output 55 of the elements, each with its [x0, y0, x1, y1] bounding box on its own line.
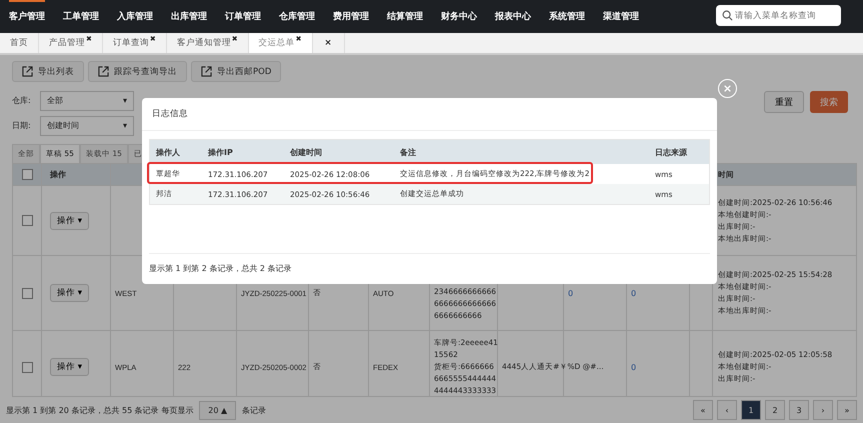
page-button[interactable]: » — [837, 400, 857, 420]
nav-menu-item[interactable]: 入库管理 — [117, 0, 153, 33]
checkbox[interactable] — [22, 288, 32, 298]
export-icon — [98, 66, 109, 77]
nav-menu-item[interactable]: 财务中心 — [441, 0, 477, 33]
page-tab[interactable]: 首页 — [0, 33, 39, 53]
close-all-tabs-button[interactable]: × — [312, 33, 345, 53]
column-header: 日志来源 — [655, 148, 687, 156]
nav-menu-item[interactable]: 工单管理 — [63, 0, 99, 33]
nav-menu-item[interactable]: 系统管理 — [549, 0, 585, 33]
column-header: 操作IP — [208, 148, 233, 156]
nav-menu-item[interactable]: 渠道管理 — [603, 0, 639, 33]
action-dropdown-button[interactable]: 操作 ▾ — [50, 212, 89, 230]
filter-select[interactable]: 创建时间 ▾ — [40, 116, 134, 136]
export-icon — [201, 66, 212, 77]
checkbox[interactable] — [22, 215, 32, 226]
count-link[interactable]: 0 — [631, 288, 636, 298]
filter-select[interactable]: 全部 ▾ — [40, 90, 134, 110]
count-link[interactable]: 0 — [631, 362, 636, 372]
search-icon — [722, 10, 733, 21]
reset-button[interactable]: 重置 — [764, 91, 804, 113]
nav-menu-item[interactable]: 结算管理 — [387, 0, 423, 33]
action-dropdown-button[interactable]: 操作 ▾ — [50, 284, 89, 302]
nav-menu-item[interactable]: 费用管理 — [333, 0, 369, 33]
records-summary: 显示第 1 到第 20 条记录，总共 55 条记录 每页显示 — [6, 404, 194, 416]
column-header: 备注 — [400, 148, 416, 156]
nav-menu-item[interactable]: 报表中心 — [495, 0, 531, 33]
nav-menu-item[interactable]: 订单管理 — [225, 0, 261, 33]
column-header: 创建时间 — [290, 148, 322, 156]
column-header: 操作 — [50, 169, 66, 180]
action-dropdown-button[interactable]: 操作 ▾ — [50, 358, 89, 376]
column-header: 操作人 — [156, 148, 180, 156]
dialog-title: 日志信息 — [152, 109, 188, 119]
filter-label: 日期: — [12, 120, 32, 131]
count-link[interactable]: 0 — [568, 288, 574, 298]
nav-menu-item[interactable]: 出库管理 — [171, 0, 207, 33]
checkbox[interactable] — [22, 362, 32, 372]
filter-label: 仓库: — [12, 95, 32, 106]
page-button[interactable]: 1 — [741, 400, 761, 420]
nav-menu-item[interactable]: 客户管理 — [9, 0, 45, 33]
page-size-select[interactable]: 20 ▲ — [199, 400, 236, 420]
records-suffix: 条记录 — [242, 404, 266, 416]
page-button[interactable]: 3 — [789, 400, 809, 420]
page-button[interactable]: 2 — [765, 400, 785, 420]
export-button[interactable]: 跟踪号查询导出 — [88, 61, 187, 82]
menu-search-field[interactable]: 请输入菜单名称查询 — [716, 5, 841, 26]
page-button[interactable]: « — [693, 400, 713, 420]
export-button[interactable]: 导出列表 — [12, 61, 84, 82]
page-button[interactable]: › — [813, 400, 833, 420]
checkbox[interactable] — [22, 169, 32, 180]
export-icon — [22, 66, 33, 77]
export-button[interactable]: 导出西邮POD — [191, 61, 282, 82]
nav-menu-item[interactable]: 仓库管理 — [279, 0, 315, 33]
records-summary: 显示第 1 到第 2 条记录，总共 2 条记录 — [149, 264, 292, 273]
page-button[interactable]: ‹ — [717, 400, 737, 420]
